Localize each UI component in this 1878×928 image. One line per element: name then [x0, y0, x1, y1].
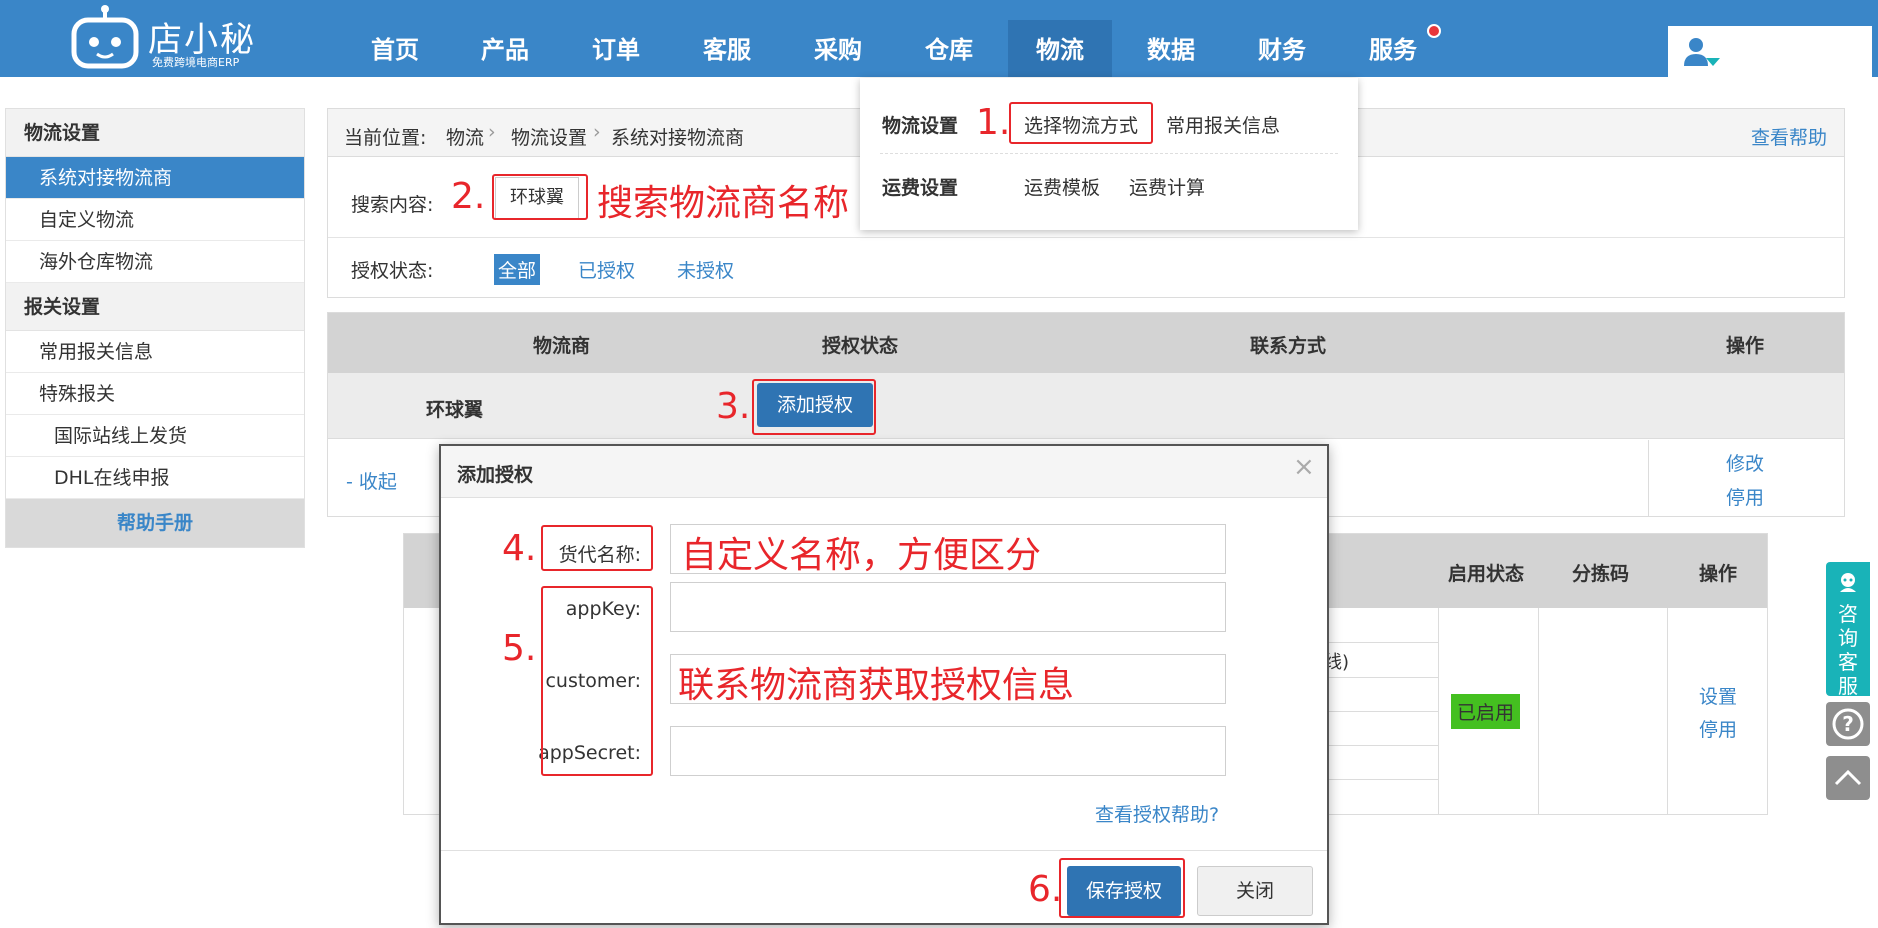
filter-unauthorized[interactable]: 未授权	[677, 256, 734, 283]
step-6-marker: 6.	[1028, 869, 1063, 910]
step-3-highlight	[752, 379, 876, 435]
col-enable-status: 启用状态	[1448, 563, 1525, 585]
step-1-highlight	[1009, 102, 1153, 144]
sidebar-item-custom-logistics[interactable]: 自定义物流	[6, 199, 304, 241]
sidebar-item-system-carriers[interactable]: 系统对接物流商	[6, 157, 304, 199]
step-5-marker: 5.	[502, 628, 537, 669]
collapse-link[interactable]: - 收起	[346, 467, 397, 494]
view-help-link[interactable]: 查看帮助	[1751, 123, 1827, 150]
col-contact: 联系方式	[1250, 335, 1327, 357]
auth-status-label: 授权状态:	[351, 260, 434, 282]
chat-icon	[1840, 573, 1856, 592]
note-custom-name: 自定义名称，方便区分	[681, 535, 1042, 576]
nav-orders[interactable]: 订单	[564, 20, 668, 77]
sidebar-group-customs: 报关设置	[6, 283, 304, 331]
step-4-highlight	[541, 525, 653, 571]
brand-slogan: 免费跨境电商ERP	[152, 56, 240, 69]
appsecret-input[interactable]	[670, 726, 1226, 776]
divider	[1667, 608, 1668, 814]
step-2-highlight	[492, 174, 588, 220]
modal-header: 添加授权 ×	[441, 446, 1327, 498]
svg-text:?: ?	[1842, 712, 1854, 736]
sidebar-item-dhl-declare[interactable]: DHL在线申报	[6, 457, 304, 499]
modal-title: 添加授权	[457, 464, 534, 486]
dropdown-group-logistics: 物流设置	[882, 115, 959, 137]
top-navbar: 店小秘 免费跨境电商ERP 首页 产品 订单 客服 采购 仓库 物流 数据 财务…	[0, 0, 1878, 77]
col-carrier: 物流商	[533, 335, 591, 357]
breadcrumb-prefix: 当前位置:	[344, 127, 427, 149]
help-manual-link[interactable]: 帮助手册	[6, 499, 304, 547]
nav-products[interactable]: 产品	[453, 20, 557, 77]
search-label: 搜索内容:	[351, 194, 434, 216]
sidebar-group-logistics: 物流设置	[6, 109, 304, 157]
chevron-up-icon	[1834, 769, 1862, 786]
step-2-marker: 2.	[451, 176, 486, 217]
note-contact-carrier: 联系物流商获取授权信息	[678, 665, 1075, 706]
close-button[interactable]: 关闭	[1197, 866, 1313, 916]
breadcrumb-level2[interactable]: 物流设置	[511, 123, 587, 150]
filter-authorized[interactable]: 已授权	[578, 256, 635, 283]
auth-help-link[interactable]: 查看授权帮助?	[1095, 800, 1219, 827]
question-icon: ?	[1832, 708, 1864, 740]
step-1-marker: 1.	[976, 102, 1011, 143]
close-icon[interactable]: ×	[1293, 452, 1315, 482]
user-icon	[1684, 38, 1720, 66]
breadcrumb-sep-icon: ›	[488, 121, 496, 143]
enabled-badge: 已启用	[1451, 694, 1521, 729]
nav-purchasing[interactable]: 采购	[786, 20, 890, 77]
user-menu[interactable]	[1668, 26, 1872, 77]
divider	[1648, 440, 1649, 516]
step-5-highlight	[541, 586, 653, 776]
dropdown-group-shipping: 运费设置	[882, 177, 959, 199]
divider	[1438, 608, 1439, 814]
table-row: 环球翼 添加授权	[328, 373, 1844, 439]
settings-link[interactable]: 设置	[1699, 682, 1737, 709]
logo[interactable]: 店小秘 免费跨境电商ERP	[70, 4, 270, 72]
breadcrumb-sep-icon: ›	[593, 121, 601, 143]
col-actions: 操作	[1726, 335, 1765, 357]
step-3-marker: 3.	[716, 386, 751, 427]
shipping-calc-link[interactable]: 运费计算	[1129, 173, 1205, 200]
nav-customer-service[interactable]: 客服	[675, 20, 779, 77]
divider	[880, 153, 1338, 154]
divider	[441, 850, 1327, 851]
sub-disable-link[interactable]: 停用	[1699, 715, 1737, 742]
disable-link[interactable]: 停用	[1726, 483, 1764, 510]
breadcrumb-level3: 系统对接物流商	[611, 127, 745, 149]
sidebar-item-overseas-warehouse[interactable]: 海外仓库物流	[6, 241, 304, 283]
carrier-name: 环球翼	[426, 399, 484, 421]
sidebar: 物流设置 系统对接物流商 自定义物流 海外仓库物流 报关设置 常用报关信息 特殊…	[5, 108, 305, 548]
nav-home[interactable]: 首页	[343, 20, 447, 77]
divider	[328, 237, 1844, 238]
appkey-input[interactable]	[670, 582, 1226, 632]
nav-warehouse[interactable]: 仓库	[897, 20, 1001, 77]
col-sort-code: 分拣码	[1572, 563, 1630, 585]
sidebar-item-intl-station[interactable]: 国际站线上发货	[6, 415, 304, 457]
consult-label: 咨询客服	[1838, 602, 1858, 698]
sidebar-item-special-customs[interactable]: 特殊报关	[6, 373, 304, 415]
col-auth-status: 授权状态	[822, 335, 899, 357]
breadcrumb-level1[interactable]: 物流	[446, 123, 484, 150]
nav-data[interactable]: 数据	[1119, 20, 1223, 77]
divider	[1538, 608, 1539, 814]
common-customs-link[interactable]: 常用报关信息	[1166, 111, 1280, 138]
edit-link[interactable]: 修改	[1726, 449, 1764, 476]
shipping-template-link[interactable]: 运费模板	[1024, 173, 1100, 200]
nav-logistics[interactable]: 物流	[1008, 20, 1112, 77]
help-float-button[interactable]: ?	[1826, 702, 1870, 746]
robot-logo-icon	[71, 5, 139, 69]
table-header: 物流商 授权状态 联系方式 操作	[328, 313, 1844, 373]
col-sub-actions: 操作	[1699, 563, 1738, 585]
back-to-top-button[interactable]	[1826, 756, 1870, 800]
step-4-marker: 4.	[502, 528, 537, 569]
filter-all[interactable]: 全部	[494, 254, 541, 285]
step-6-highlight	[1059, 858, 1185, 918]
consult-service-button[interactable]: 咨询客服	[1826, 562, 1870, 698]
nav-finance[interactable]: 财务	[1230, 20, 1334, 77]
note-search-carrier: 搜索物流商名称	[597, 183, 850, 224]
sidebar-item-common-customs[interactable]: 常用报关信息	[6, 331, 304, 373]
notification-dot	[1427, 24, 1441, 38]
logistics-dropdown-menu: 物流设置 选择物流方式 常用报关信息 运费设置 运费模板 运费计算	[860, 78, 1358, 230]
